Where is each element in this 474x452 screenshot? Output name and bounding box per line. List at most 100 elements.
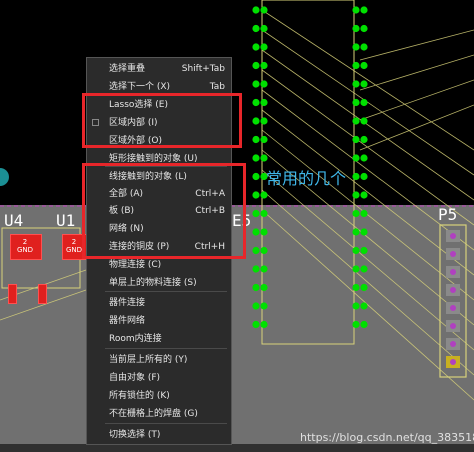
via-pad[interactable] (352, 98, 360, 107)
via-pad[interactable] (260, 302, 268, 310)
via-pad[interactable] (352, 302, 360, 310)
via-pad[interactable] (360, 135, 368, 144)
via-pad[interactable] (352, 191, 360, 199)
menu-item-label: 自由对象 (F) (109, 373, 161, 383)
menu-item-component-connections[interactable]: 器件连接 (87, 294, 231, 312)
via-pad[interactable] (360, 265, 368, 273)
via-pad[interactable] (360, 209, 368, 218)
via-pad[interactable] (252, 117, 260, 125)
via-pad[interactable] (360, 43, 368, 51)
menu-item-label: 选择重叠 (109, 64, 146, 74)
via-pad[interactable] (260, 154, 268, 162)
menu-item-select-overlapped[interactable]: 选择重叠 Shift+Tab (87, 60, 231, 78)
via-pad[interactable] (360, 172, 368, 181)
connector-pin-hole (450, 305, 456, 311)
via-pad[interactable] (252, 154, 260, 162)
via-pad[interactable] (352, 283, 360, 292)
via-pad[interactable] (260, 24, 268, 33)
via-pad[interactable] (360, 283, 368, 292)
via-pad[interactable] (352, 80, 360, 88)
via-pad[interactable] (252, 265, 260, 273)
menu-item-label: 器件连接 (109, 298, 146, 308)
designator-u1: U1 (56, 211, 76, 230)
designator-p5: P5 (438, 205, 458, 224)
via-pad[interactable] (252, 228, 260, 236)
via-pad[interactable] (252, 302, 260, 310)
menu-item-label: 器件网络 (109, 316, 146, 326)
via-pad[interactable] (360, 302, 368, 310)
menu-item-free-objects[interactable]: 自由对象 (F) (87, 369, 231, 387)
via-pad[interactable] (252, 43, 260, 51)
via-pad[interactable] (252, 172, 260, 181)
menu-item-label: 单层上的物料连接 (S) (109, 278, 197, 288)
via-pad[interactable] (352, 135, 360, 144)
via-pad[interactable] (360, 80, 368, 88)
via-pad[interactable] (252, 80, 260, 88)
designator-u4: U4 (4, 211, 24, 230)
via-pad[interactable] (260, 265, 268, 273)
menu-item-physical-connection-single-layer[interactable]: 单层上的物料连接 (S) (87, 274, 231, 292)
via-pad[interactable] (252, 6, 260, 14)
via-pad[interactable] (252, 98, 260, 107)
via-pad[interactable] (252, 209, 260, 218)
via-pad[interactable] (352, 228, 360, 236)
via-pad[interactable] (260, 228, 268, 236)
via-pad[interactable] (360, 228, 368, 236)
via-pad[interactable] (252, 61, 260, 70)
via-pad[interactable] (352, 172, 360, 181)
via-pad[interactable] (352, 320, 360, 329)
via-pad[interactable] (252, 246, 260, 255)
menu-item-all-locked[interactable]: 所有锁住的 (K) (87, 387, 231, 405)
via-pad[interactable] (360, 246, 368, 255)
via-pad[interactable] (260, 320, 268, 329)
via-pad[interactable] (360, 117, 368, 125)
via-pad[interactable] (260, 43, 268, 51)
menu-item-label: 当前层上所有的 (Y) (109, 355, 188, 365)
menu-separator (105, 348, 227, 349)
via-pad[interactable] (252, 24, 260, 33)
pad-u4-leg-b[interactable] (38, 284, 47, 304)
connector-pin-hole (450, 251, 456, 257)
menu-item-label: 不在栅格上的焊盘 (G) (109, 409, 198, 419)
menu-item-component-nets[interactable]: 器件网络 (87, 312, 231, 330)
via-pad[interactable] (260, 135, 268, 144)
via-pad[interactable] (260, 209, 268, 218)
via-pad[interactable] (260, 98, 268, 107)
via-pad[interactable] (252, 191, 260, 199)
via-pad[interactable] (260, 283, 268, 292)
via-pad[interactable] (352, 154, 360, 162)
via-pad[interactable] (352, 246, 360, 255)
via-pad[interactable] (352, 43, 360, 51)
via-pad[interactable] (352, 265, 360, 273)
via-pad[interactable] (352, 24, 360, 33)
menu-item-room-connections[interactable]: Room内连接 (87, 330, 231, 348)
via-pad[interactable] (252, 135, 260, 144)
menu-item-label: 切换选择 (T) (109, 430, 161, 440)
connector-pin-hole (450, 359, 456, 365)
via-pad[interactable] (260, 191, 268, 199)
menu-item-all-on-current-layer[interactable]: 当前层上所有的 (Y) (87, 351, 231, 369)
via-pad[interactable] (260, 117, 268, 125)
pad-u4-name: GND (16, 246, 34, 254)
via-pad[interactable] (352, 209, 360, 218)
pad-u4-leg-a[interactable] (8, 284, 17, 304)
via-pad[interactable] (360, 320, 368, 329)
via-pad[interactable] (360, 61, 368, 70)
via-pad[interactable] (360, 24, 368, 33)
via-pad[interactable] (360, 98, 368, 107)
via-pad[interactable] (360, 191, 368, 199)
via-pad[interactable] (360, 6, 368, 14)
via-pad[interactable] (260, 246, 268, 255)
via-pad[interactable] (260, 80, 268, 88)
via-pad[interactable] (352, 61, 360, 70)
via-pad[interactable] (260, 6, 268, 14)
via-pad[interactable] (352, 6, 360, 14)
via-pad[interactable] (252, 320, 260, 329)
menu-item-off-grid-pads[interactable]: 不在栅格上的焊盘 (G) (87, 405, 231, 423)
menu-item-toggle-selection[interactable]: 切换选择 (T) (87, 426, 231, 444)
connector-pin-hole (450, 269, 456, 275)
via-pad[interactable] (352, 117, 360, 125)
via-pad[interactable] (360, 154, 368, 162)
via-pad[interactable] (252, 283, 260, 292)
via-pad[interactable] (260, 61, 268, 70)
